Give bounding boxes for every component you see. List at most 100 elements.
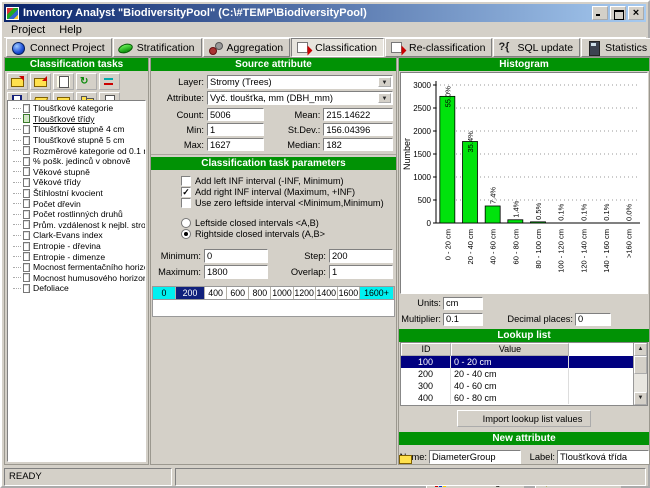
radio-label: Leftside closed intervals <A,B) — [195, 218, 319, 228]
tree-item[interactable]: Věkové stupně — [8, 167, 145, 178]
document-icon — [23, 114, 30, 123]
toolbar-re-classification-button[interactable]: Re-classification — [385, 38, 492, 57]
toolbar-stratification-button[interactable]: Stratification — [113, 38, 202, 57]
scroll-down-icon[interactable]: ▼ — [634, 392, 647, 405]
tree-item[interactable]: Věkové třídy — [8, 177, 145, 188]
interval-cell[interactable]: 1000 — [271, 287, 293, 299]
tree-item[interactable]: Defoliace — [8, 283, 145, 294]
column-header-value[interactable]: Value — [451, 343, 569, 356]
interval-cell[interactable]: 1400 — [316, 287, 338, 299]
tree-item[interactable]: Tloušťkové třídy — [8, 114, 145, 125]
remove-button[interactable] — [99, 73, 120, 90]
attribute-name-input[interactable] — [429, 450, 521, 464]
new-document-button[interactable] — [53, 73, 74, 90]
tree-item-label: Tloušťkové třídy — [33, 114, 95, 124]
maximum-input[interactable] — [204, 265, 268, 279]
lookup-scrollbar[interactable]: ▲▼ — [633, 343, 647, 405]
stat-label: Max: — [154, 140, 204, 150]
table-row[interactable]: 1000 - 20 cm — [401, 356, 647, 368]
checkbox[interactable] — [181, 176, 191, 186]
overlap-input[interactable] — [329, 265, 393, 279]
tree-item[interactable]: Počet dřevin — [8, 198, 145, 209]
checkbox[interactable] — [181, 198, 191, 208]
tree-item[interactable]: Tloušťkové stupně 4 cm — [8, 124, 145, 135]
interval-cell[interactable]: 1200 — [294, 287, 316, 299]
toolbar-aggregation-button[interactable]: Aggregation — [203, 38, 291, 57]
toolbar-statistics-button[interactable]: Statistics — [581, 38, 650, 57]
app-icon — [6, 7, 19, 20]
table-row[interactable]: 40060 - 80 cm — [401, 392, 647, 404]
minimize-button[interactable] — [592, 6, 608, 20]
interval-cell[interactable]: 0 — [153, 287, 176, 299]
tree-item[interactable]: Tloušťkové kategorie — [8, 103, 145, 114]
minimum-input[interactable] — [204, 249, 268, 263]
table-row[interactable]: 30040 - 60 cm — [401, 380, 647, 392]
calculator-icon — [586, 41, 601, 54]
import-lookup-button[interactable]: Import lookup list values — [457, 410, 592, 427]
toolbar-button-label: Statistics — [605, 42, 647, 54]
interval-cell[interactable]: 400 — [205, 287, 227, 299]
svg-text:0: 0 — [427, 219, 432, 228]
tree-item[interactable]: % pošk. jedinců v obnově — [8, 156, 145, 167]
column-header-id[interactable]: ID — [401, 343, 451, 356]
step-input[interactable] — [329, 249, 393, 263]
toolbar-sql-update-button[interactable]: SQL update — [493, 38, 580, 57]
toolbar-classification-button[interactable]: Classification — [291, 38, 384, 57]
document-icon — [23, 199, 30, 208]
stat-label: Count: — [154, 110, 204, 120]
svg-text:1.4%: 1.4% — [511, 200, 520, 217]
checkbox[interactable]: ✓ — [181, 187, 191, 197]
menu-help[interactable]: Help — [52, 23, 89, 37]
close-button[interactable]: × — [628, 6, 644, 20]
tree-item[interactable]: Mocnost fermentačního horizontu — [8, 262, 145, 273]
scroll-up-icon[interactable]: ▲ — [634, 343, 647, 356]
layer-select[interactable]: Stromy (Trees) ▼ — [207, 75, 393, 89]
tree-item-label: Věkové třídy — [33, 177, 81, 187]
maximize-button[interactable] — [610, 6, 626, 20]
tree-item[interactable]: Tloušťkové stupně 5 cm — [8, 135, 145, 146]
table-row[interactable]: 20020 - 40 cm — [401, 368, 647, 380]
interval-cell[interactable]: 200 — [176, 287, 205, 299]
units-input[interactable] — [443, 297, 483, 310]
units-label: Units: — [399, 298, 441, 308]
refresh-button[interactable] — [76, 73, 97, 90]
folder-export-button[interactable] — [30, 73, 51, 90]
tree-item-label: Defoliace — [33, 283, 69, 293]
folder-import-button[interactable] — [7, 73, 28, 90]
layer-label: Layer: — [154, 77, 204, 87]
cell-value: 40 - 60 cm — [451, 380, 569, 392]
tree-item[interactable]: Prům. vzdálenost k nejbl. stromu — [8, 220, 145, 231]
tree-item[interactable]: Štíhlostní kvocient — [8, 188, 145, 199]
tree-item-label: Mocnost fermentačního horizontu — [33, 262, 146, 272]
attribute-label: Attribute: — [154, 93, 204, 103]
multiplier-input[interactable] — [443, 313, 483, 326]
menu-project[interactable]: Project — [4, 23, 52, 37]
document-icon — [23, 178, 30, 187]
interval-cell[interactable]: 1600 — [338, 287, 360, 299]
task-tree[interactable]: Tloušťkové kategorieTloušťkové třídyTlou… — [7, 100, 146, 462]
chevron-down-icon[interactable]: ▼ — [378, 93, 391, 103]
tree-item[interactable]: Clark-Evans index — [8, 230, 145, 241]
radio-button[interactable] — [181, 218, 191, 228]
interval-cell[interactable]: 600 — [227, 287, 249, 299]
tree-item[interactable]: Počet rostlinných druhů — [8, 209, 145, 220]
document-icon — [23, 167, 30, 176]
tree-connector — [13, 182, 21, 183]
scroll-thumb[interactable] — [634, 356, 647, 374]
tree-item[interactable]: Rozměrové kategorie od 0.1 m — [8, 145, 145, 156]
checkbox-label: Add right INF interval (Maximum, +INF) — [195, 187, 355, 197]
decimal-places-input[interactable] — [575, 313, 611, 326]
tree-item[interactable]: Mocnost humusového horizontu — [8, 273, 145, 284]
toolbar-connect-project-button[interactable]: Connect Project — [6, 38, 112, 57]
tree-item[interactable]: Entropie - dřevina — [8, 241, 145, 252]
attribute-label-input[interactable] — [557, 450, 649, 464]
tree-item[interactable]: Entropie - dimenze — [8, 251, 145, 262]
tree-connector — [13, 108, 21, 109]
attribute-select[interactable]: Vyč. tloušťka, mm (DBH_mm) ▼ — [207, 91, 393, 105]
radio-label: Rightside closed intervals (A,B> — [195, 229, 325, 239]
interval-cell[interactable]: 800 — [249, 287, 271, 299]
radio-button[interactable] — [181, 229, 191, 239]
chevron-down-icon[interactable]: ▼ — [378, 77, 391, 87]
interval-cell[interactable]: 1600+ — [360, 287, 394, 299]
toolbar-button-label: SQL update — [517, 42, 573, 54]
